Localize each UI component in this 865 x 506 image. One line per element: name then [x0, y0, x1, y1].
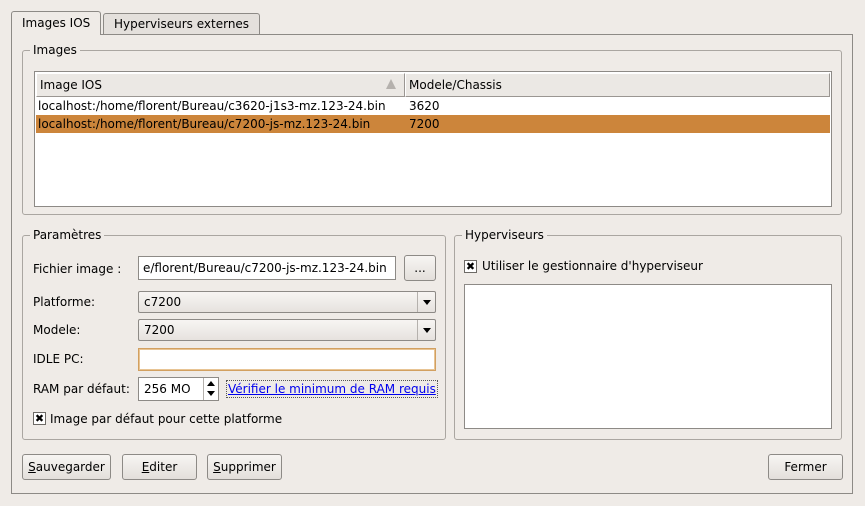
platform-label: Platforme:	[33, 295, 96, 309]
edit-button[interactable]: Editer	[122, 454, 197, 480]
cell-model: 3620	[409, 99, 440, 113]
column-header-label: Image IOS	[40, 78, 102, 92]
cell-image: localhost:/home/florent/Bureau/c7200-js-…	[38, 117, 371, 131]
platform-select[interactable]: c7200	[138, 291, 436, 313]
cell-image: localhost:/home/florent/Bureau/c3620-j1s…	[38, 99, 386, 113]
default-image-label: Image par défaut pour cette platforme	[50, 412, 283, 426]
use-hypervisor-manager-label: Utiliser le gestionnaire d'hyperviseur	[482, 259, 703, 273]
idle-pc-input[interactable]	[138, 348, 436, 371]
default-image-checkbox[interactable]: ✖	[33, 412, 46, 425]
delete-button[interactable]: Supprimer	[207, 454, 282, 480]
cell-model: 7200	[409, 117, 440, 131]
arrow-up-icon[interactable]	[207, 381, 215, 386]
ram-value: 256 MO	[144, 382, 191, 396]
images-group-title: Images	[30, 42, 80, 58]
hypervisors-group-title: Hyperviseurs	[462, 227, 547, 243]
tab-images-ios[interactable]: Images IOS	[11, 11, 102, 35]
idle-pc-label: IDLE PC:	[33, 352, 84, 366]
platform-value: c7200	[144, 295, 182, 309]
model-label: Modele:	[33, 323, 81, 337]
hypervisor-list[interactable]	[464, 284, 832, 429]
save-label-rest: Sauvegarder	[28, 460, 105, 474]
params-group-title: Paramètres	[30, 227, 105, 243]
sort-ascending-icon	[386, 79, 396, 89]
ram-label: RAM par défaut:	[33, 382, 130, 396]
column-header-label: Modele/Chassis	[409, 78, 502, 92]
save-button[interactable]: Sauvegarder	[22, 454, 111, 480]
table-row[interactable]: localhost:/home/florent/Bureau/c3620-j1s…	[36, 97, 830, 115]
file-label: Fichier image :	[33, 262, 122, 276]
column-header-modele-chassis[interactable]: Modele/Chassis	[405, 73, 830, 97]
tab-hyperviseurs-externes[interactable]: Hyperviseurs externes	[103, 13, 261, 36]
close-button[interactable]: Fermer	[768, 454, 843, 480]
browse-button[interactable]: ...	[404, 255, 436, 281]
file-path-input[interactable]: e/florent/Bureau/c7200-js-mz.123-24.bin	[138, 256, 396, 280]
delete-label: Supprimer	[213, 460, 276, 474]
spin-buttons[interactable]	[203, 378, 218, 400]
use-hypervisor-manager-checkbox[interactable]: ✖	[464, 260, 477, 273]
table-row-selected[interactable]: localhost:/home/florent/Bureau/c7200-js-…	[36, 115, 830, 133]
arrow-down-icon[interactable]	[207, 391, 215, 396]
chevron-down-icon	[417, 320, 435, 340]
column-header-image-ios[interactable]: Image IOS	[36, 73, 405, 97]
table-header: Image IOS Modele/Chassis	[36, 73, 830, 97]
images-table[interactable]: Image IOS Modele/Chassis localhost:/home…	[34, 71, 832, 207]
model-select[interactable]: 7200	[138, 319, 436, 341]
edit-label: Editer	[141, 460, 178, 474]
chevron-down-icon	[417, 292, 435, 312]
ram-requirements-link[interactable]: Vérifier le minimum de RAM requis	[226, 380, 438, 398]
model-value: 7200	[144, 323, 175, 337]
